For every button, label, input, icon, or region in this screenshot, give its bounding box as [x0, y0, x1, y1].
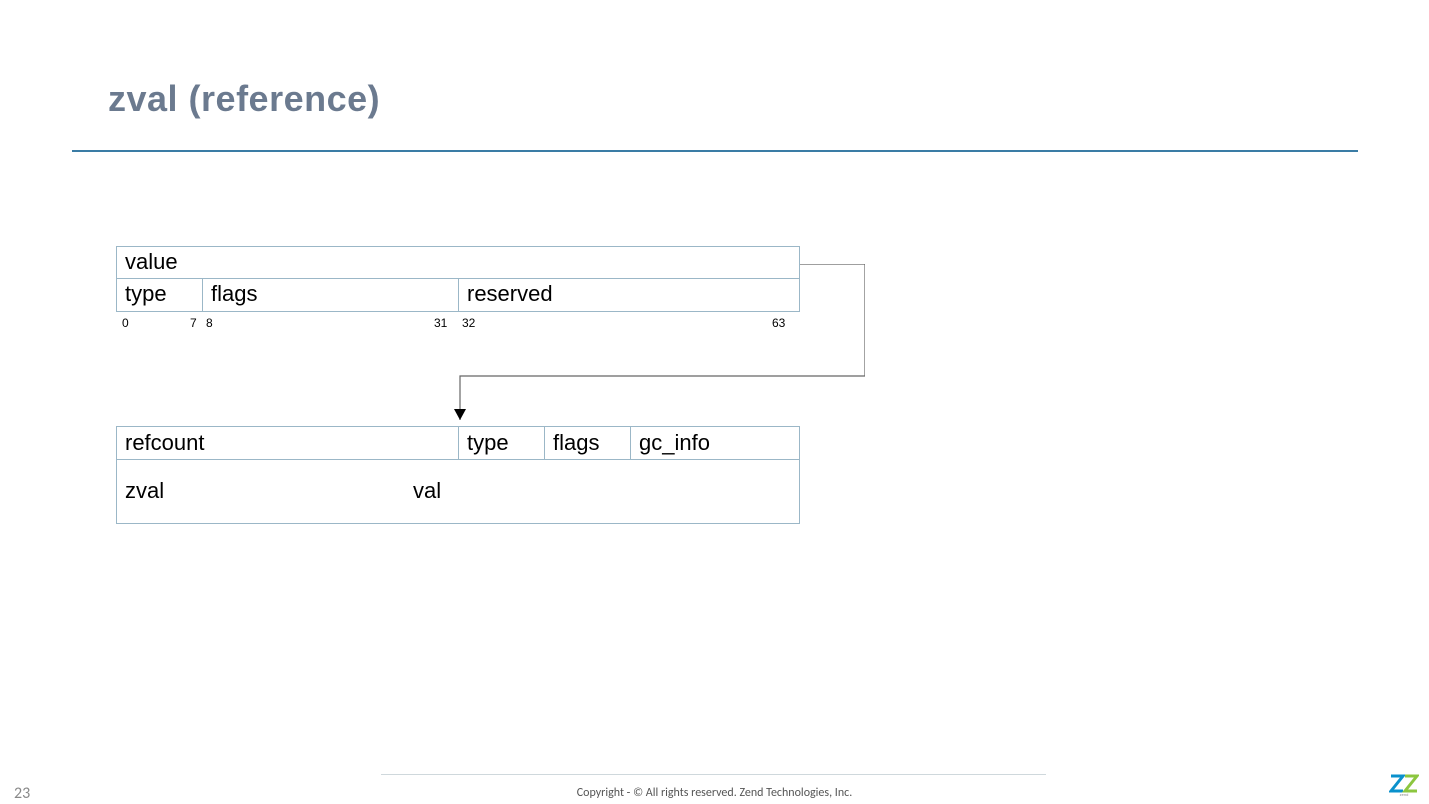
label-zval: zval — [125, 478, 164, 504]
bit-32: 32 — [462, 316, 475, 330]
bit-0: 0 — [122, 316, 129, 330]
refcounted-val-row: zval val — [116, 460, 800, 524]
label-val: val — [413, 478, 441, 504]
field-type: type — [117, 279, 203, 311]
field-reserved: reserved — [459, 279, 799, 311]
page-number: 23 — [14, 784, 30, 803]
refcounted-header-row: refcount type flags gc_info — [116, 426, 800, 460]
slide-title: zval (reference) — [108, 78, 380, 120]
field-gc-info: gc_info — [631, 427, 799, 459]
field-refcount: refcount — [117, 427, 459, 459]
zval-row2: type flags reserved — [116, 279, 800, 312]
field-flags: flags — [203, 279, 459, 311]
field-flags-2: flags — [545, 427, 631, 459]
zend-logo-icon: zend — [1389, 774, 1419, 796]
refcounted-struct-bottom: refcount type flags gc_info zval val — [116, 426, 800, 524]
bit-8: 8 — [206, 316, 213, 330]
field-value: value — [116, 246, 800, 279]
bit-63: 63 — [772, 316, 785, 330]
field-type-2: type — [459, 427, 545, 459]
footer-rule — [381, 774, 1046, 775]
zend-logo-text: zend — [1400, 792, 1409, 796]
zval-struct-top: value type flags reserved 0 7 8 31 32 63 — [116, 246, 800, 334]
footer-copyright: Copyright - © All rights reserved. Zend … — [0, 786, 1429, 800]
bit-7: 7 — [190, 316, 197, 330]
bit-numbers: 0 7 8 31 32 63 — [116, 316, 800, 334]
title-rule — [72, 150, 1358, 152]
bit-31: 31 — [434, 316, 447, 330]
